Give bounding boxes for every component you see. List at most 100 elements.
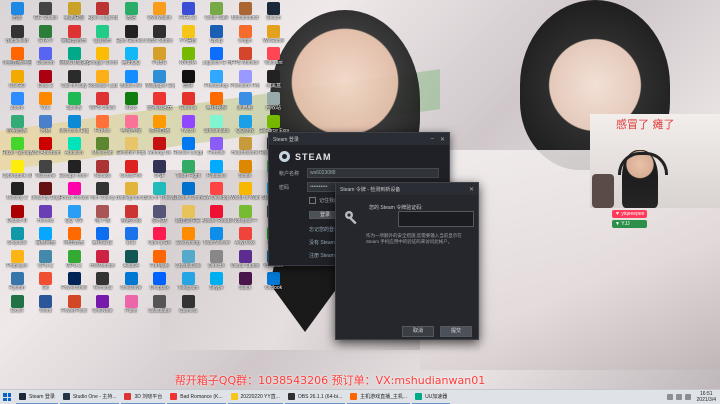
desktop-icon[interactable]: 腾讯QQ — [116, 47, 146, 69]
desktop-icon[interactable]: Call of Duty — [59, 69, 89, 92]
desktop-icon[interactable]: EA Desktop — [202, 182, 232, 204]
desktop-icon[interactable]: PUBG — [145, 47, 175, 69]
submit-button[interactable]: 提交 — [439, 325, 472, 337]
cancel-button[interactable]: 取消 — [401, 325, 434, 337]
desktop-icon[interactable]: OneDrive — [116, 272, 146, 294]
desktop-icon[interactable]: Calculator — [145, 294, 175, 317]
desktop-icon[interactable]: Apex Legends — [88, 2, 118, 24]
desktop-icon[interactable]: TeamViewer — [202, 227, 232, 249]
desktop-icon[interactable]: Potplayer — [2, 249, 32, 272]
desktop-icon[interactable]: PowerPoint — [59, 294, 89, 317]
username-field[interactable]: ws6023088 — [307, 168, 439, 178]
desktop-icon[interactable]: WeGame — [259, 24, 289, 47]
desktop-icon[interactable]: GG Studio — [31, 2, 61, 24]
desktop-icon[interactable]: Color Sale — [202, 2, 232, 24]
desktop-icon[interactable]: Everything — [173, 227, 203, 249]
desktop-icon[interactable]: 迅雷 — [2, 2, 32, 24]
desktop-icon[interactable]: 腾讯会议 — [88, 227, 118, 249]
desktop-icon[interactable]: 微信 — [116, 2, 146, 24]
desktop-icon[interactable]: Photoshop — [202, 69, 232, 92]
minimize-icon[interactable]: – — [431, 136, 434, 142]
desktop-icon[interactable]: Battle.net — [116, 69, 146, 92]
desktop-icon[interactable]: FPS Monitor — [230, 47, 260, 69]
desktop-icon[interactable]: Battlefield — [2, 24, 32, 47]
desktop-icon[interactable]: 剪映 — [173, 69, 203, 92]
desktop-icon[interactable]: Forza Horizon — [59, 182, 89, 204]
desktop-icon[interactable]: Excel — [2, 294, 32, 317]
desktop-icon[interactable]: 控制面板 — [2, 114, 32, 137]
desktop-icon[interactable]: 百度网盘 — [31, 227, 61, 249]
desktop-icon[interactable]: Word — [31, 294, 61, 317]
desktop-icon[interactable]: 网易云音乐 — [59, 24, 89, 47]
network-icon[interactable] — [666, 394, 673, 400]
desktop-icon[interactable]: Slack — [230, 272, 260, 294]
desktop-icon[interactable]: OBS Studio — [145, 24, 175, 47]
desktop-icon[interactable]: Among Us — [145, 137, 175, 159]
desktop-icon[interactable]: Xbox — [116, 92, 146, 114]
desktop-icon[interactable]: Battlegrounds — [116, 182, 146, 204]
desktop-icon[interactable]: Ubisoft Connect — [173, 182, 203, 204]
desktop-icon[interactable]: Notepad++ — [230, 204, 260, 227]
desktop-icon[interactable]: Camera — [173, 294, 203, 317]
desktop-icon[interactable]: Outlook — [259, 272, 289, 294]
desktop-icon[interactable]: Hearthstone — [230, 137, 260, 159]
desktop-icon[interactable]: GTA V — [31, 24, 61, 47]
taskbar-item[interactable]: 3D 刘晓平台 — [121, 391, 166, 404]
desktop-icon[interactable]: Smite — [230, 159, 260, 182]
desktop-icon[interactable]: 虎牙直播 — [145, 114, 175, 137]
desktop-icon[interactable]: QQ音乐 — [88, 24, 118, 47]
desktop-icon[interactable]: Skype — [202, 272, 232, 294]
desktop-icon[interactable]: Rockstar Launcher — [88, 69, 118, 92]
desktop-icon[interactable]: 英雄联盟 — [59, 2, 89, 24]
desktop-icon[interactable]: DNF — [145, 159, 175, 182]
desktop-icon[interactable]: Audition — [59, 137, 89, 159]
guard-code-input[interactable] — [398, 211, 474, 227]
desktop-icon[interactable]: Diablo III — [2, 204, 32, 227]
taskbar-item[interactable]: Studio One - 主持... — [59, 391, 120, 404]
desktop-icon[interactable]: 阿里云盘 — [59, 227, 89, 249]
desktop-icon[interactable]: Aida64 — [116, 249, 146, 272]
desktop-icon[interactable]: Google Chrome — [88, 47, 118, 69]
volume-icon[interactable] — [675, 394, 682, 400]
desktop-icon[interactable]: QQ游戏 — [230, 114, 260, 137]
close-icon[interactable]: ✕ — [469, 186, 474, 193]
desktop-icon[interactable]: Uplay — [202, 24, 232, 47]
desktop-icon[interactable]: 逆水寒 — [145, 204, 175, 227]
desktop-icon[interactable]: 地下城 — [88, 204, 118, 227]
desktop-icon[interactable]: 网络 — [31, 114, 61, 137]
desktop-icon[interactable]: Dota 2 — [31, 69, 61, 92]
desktop-icon[interactable]: FIFA 21 — [173, 2, 203, 24]
desktop-icon[interactable]: Genshin Impact — [116, 137, 146, 159]
desktop-icon[interactable]: Adobe Reader — [202, 204, 232, 227]
desktop-icon[interactable]: 回收站 — [259, 92, 289, 114]
desktop-icon[interactable]: Firefox — [88, 114, 118, 137]
desktop-icon[interactable]: CrossFire — [116, 159, 146, 182]
desktop-icon[interactable]: Sea of Thieves — [145, 182, 175, 204]
clock[interactable]: 16:51 2021/3/4 — [697, 391, 716, 403]
desktop-icon[interactable]: 雷神加速器 — [145, 92, 175, 114]
desktop-icon[interactable]: Razer Synapse — [2, 137, 32, 159]
desktop-icon[interactable]: 穿越火线 — [116, 204, 146, 227]
desktop-icon[interactable]: VLC — [31, 92, 61, 114]
desktop-icon[interactable]: Fortnite — [202, 137, 232, 159]
desktop-icon[interactable]: HWMonitor — [88, 249, 118, 272]
desktop-icon[interactable]: Dead by Daylight — [31, 182, 61, 204]
desktop-icon[interactable]: Telegram — [173, 272, 203, 294]
desktop-icon[interactable]: CrystalDisk — [173, 249, 203, 272]
desktop-icon[interactable]: Zoom — [2, 92, 32, 114]
desktop-icon[interactable]: Git — [31, 272, 61, 294]
desktop-icon[interactable]: Python — [2, 272, 32, 294]
desktop-icon[interactable]: CS:GO — [2, 69, 32, 92]
desktop-icon[interactable]: Destiny 2 — [2, 182, 32, 204]
desktop-icon[interactable]: YY语音 — [173, 24, 203, 47]
desktop-icon[interactable]: Valorant — [259, 47, 289, 69]
desktop-icon[interactable]: Visual Studio — [230, 249, 260, 272]
desktop-icon[interactable]: Epic Games Launcher — [116, 24, 146, 47]
desktop-icon[interactable]: Snipaste — [2, 227, 32, 249]
desktop-icon[interactable]: 此电脑 — [230, 92, 260, 114]
desktop-icon[interactable]: Discord — [31, 47, 61, 69]
desktop-icon[interactable]: Garena — [173, 92, 203, 114]
remember-checkbox[interactable] — [309, 197, 316, 204]
close-icon[interactable]: ✕ — [440, 136, 445, 143]
desktop-icon[interactable]: Streamlabs — [202, 114, 232, 137]
